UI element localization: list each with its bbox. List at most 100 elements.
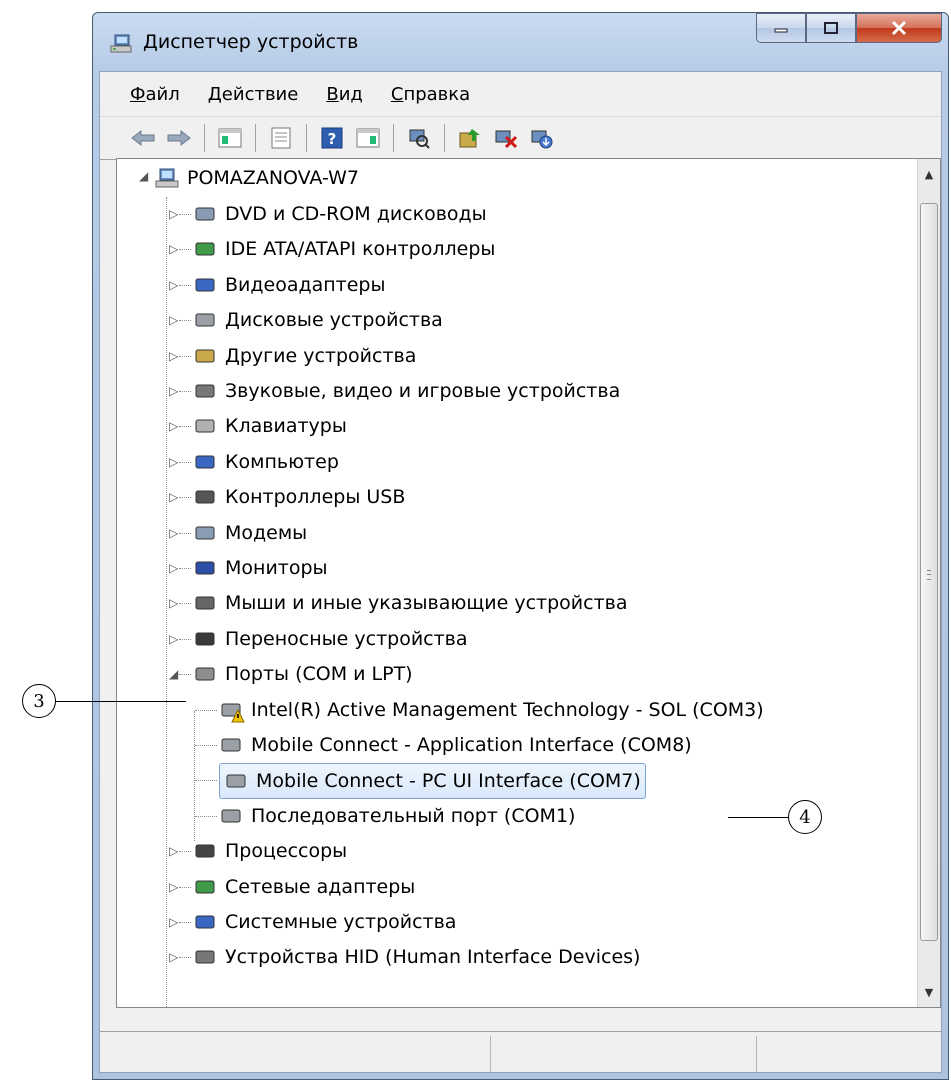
- tree-connector: [195, 780, 217, 782]
- tree-root-label: POMAZANOVA-W7: [187, 167, 359, 189]
- tree-category[interactable]: Мониторы: [193, 551, 328, 585]
- modem-icon: [195, 526, 215, 540]
- tree-category[interactable]: Порты (COM и LPT): [193, 657, 413, 691]
- expand-arrow[interactable]: ▷: [169, 632, 178, 646]
- tree-item-label: Видеоадаптеры: [225, 273, 386, 296]
- menu-file[interactable]: Файл: [100, 84, 194, 105]
- tree-item-label: Последовательный порт (COM1): [251, 804, 576, 827]
- hid-icon: [195, 950, 215, 964]
- tree-category[interactable]: Дисковые устройства: [193, 303, 443, 337]
- display-adapter-icon: [195, 278, 215, 292]
- tree-port-item[interactable]: Intel(R) Active Management Technology - …: [219, 693, 764, 727]
- portable-device-icon: [195, 632, 215, 646]
- tree-category[interactable]: Переносные устройства: [193, 622, 468, 656]
- properties-button[interactable]: [266, 123, 296, 153]
- expand-arrow[interactable]: ▷: [169, 419, 178, 433]
- scroll-grip: [927, 570, 931, 580]
- action-pane-button[interactable]: [353, 123, 383, 153]
- tree-category[interactable]: Видеоадаптеры: [193, 268, 386, 302]
- collapse-arrow-root[interactable]: ◢: [139, 169, 148, 183]
- tree-item-label: Мониторы: [225, 557, 328, 579]
- tree-port-item[interactable]: Mobile Connect - PC UI Interface (COM7): [219, 763, 646, 800]
- tree-connector: [179, 249, 191, 251]
- disable-button[interactable]: [527, 123, 557, 153]
- help-button[interactable]: ?: [317, 123, 347, 153]
- expand-arrow[interactable]: ▷: [169, 349, 178, 363]
- expand-arrow[interactable]: ▷: [169, 242, 178, 256]
- expand-arrow[interactable]: ▷: [169, 596, 178, 610]
- close-button[interactable]: [856, 13, 942, 43]
- tree-connector: [179, 426, 191, 428]
- toolbar-separator: [444, 124, 445, 152]
- show-hide-console-tree-icon: [218, 128, 242, 148]
- expand-arrow[interactable]: ▷: [169, 950, 178, 964]
- menu-help[interactable]: Справка: [377, 84, 484, 105]
- tree-connector: [179, 532, 191, 534]
- tree-item-label: DVD и CD-ROM дисководы: [225, 203, 487, 225]
- scroll-up-arrow[interactable]: ▲: [918, 163, 940, 185]
- console-tree-button[interactable]: [215, 123, 245, 153]
- toolbar-separator: [393, 124, 394, 152]
- tree-category[interactable]: Звуковые, видео и игровые устройства: [193, 374, 620, 408]
- expand-arrow[interactable]: ▷: [169, 844, 178, 858]
- minimize-button[interactable]: [756, 13, 806, 43]
- back-button[interactable]: [128, 123, 158, 153]
- callout-3: 3: [22, 684, 56, 718]
- tree-category[interactable]: Модемы: [193, 516, 307, 550]
- properties-icon: [271, 127, 291, 149]
- scroll-thumb[interactable]: [920, 203, 938, 941]
- tree-item-label: Другие устройства: [225, 344, 417, 367]
- ide-controller-icon: [195, 242, 215, 256]
- expand-arrow[interactable]: ▷: [169, 278, 178, 292]
- tree-port-item[interactable]: Последовательный порт (COM1): [219, 799, 575, 833]
- tree-category[interactable]: Процессоры: [193, 834, 347, 868]
- tree-category[interactable]: Мыши и иные указывающие устройства: [193, 586, 627, 620]
- expand-arrow[interactable]: ▷: [169, 561, 178, 575]
- toolbar-separator: [255, 124, 256, 152]
- maximize-button[interactable]: [806, 13, 856, 43]
- tree-category[interactable]: Устройства HID (Human Interface Devices): [193, 940, 640, 974]
- expand-arrow[interactable]: ▷: [169, 880, 178, 894]
- tree-connector: [166, 197, 167, 1007]
- scan-hardware-button[interactable]: [404, 123, 434, 153]
- menu-action[interactable]: Действие: [194, 84, 313, 105]
- expand-arrow[interactable]: ▷: [169, 313, 178, 327]
- uninstall-button[interactable]: [491, 123, 521, 153]
- forward-button[interactable]: [164, 123, 194, 153]
- tree-category[interactable]: Компьютер: [193, 445, 339, 479]
- tree-connector: [179, 568, 191, 569]
- expand-arrow[interactable]: ▷: [169, 455, 178, 469]
- tree-port-item[interactable]: Mobile Connect - Application Interface (…: [219, 728, 692, 762]
- svg-text:?: ?: [328, 130, 337, 148]
- tree-item-label: Сетевые адаптеры: [225, 875, 416, 898]
- tree-category[interactable]: IDE ATA/ATAPI контроллеры: [193, 232, 495, 266]
- tree-connector: [179, 922, 191, 923]
- tree-category[interactable]: Другие устройства: [193, 339, 416, 373]
- tree-connector: [179, 851, 191, 853]
- menu-view[interactable]: Вид: [312, 84, 377, 105]
- update-driver-button[interactable]: [455, 123, 485, 153]
- tree-category[interactable]: DVD и CD-ROM дисководы: [193, 197, 487, 231]
- expand-arrow[interactable]: ▷: [169, 207, 178, 221]
- tree-connector: [195, 815, 217, 817]
- tree-category[interactable]: Сетевые адаптеры: [193, 870, 415, 904]
- device-tree[interactable]: ◢ POMAZANOVA-W7 ▷ DVD и CD-ROM дисководы ▷…: [116, 158, 941, 1008]
- callout-4-line: [728, 817, 788, 818]
- uninstall-icon: [495, 130, 518, 149]
- scroll-down-arrow[interactable]: ▼: [918, 981, 940, 1003]
- collapse-arrow[interactable]: ◢: [169, 667, 178, 681]
- tree-category[interactable]: Клавиатуры: [193, 409, 347, 443]
- title-bar[interactable]: Диспетчер устройств: [93, 13, 948, 71]
- tree-item-label: Контроллеры USB: [225, 486, 406, 509]
- expand-arrow[interactable]: ▷: [169, 490, 178, 504]
- tree-category[interactable]: Системные устройства: [193, 905, 456, 939]
- tree-category[interactable]: Контроллеры USB: [193, 480, 405, 514]
- network-adapter-icon: [195, 880, 215, 894]
- expand-arrow[interactable]: ▷: [169, 526, 178, 540]
- expand-arrow[interactable]: ▷: [169, 915, 178, 929]
- window-title: Диспетчер устройств: [143, 31, 359, 53]
- expand-arrow[interactable]: ▷: [169, 384, 178, 398]
- toolbar-separator: [204, 124, 205, 152]
- tree-root[interactable]: POMAZANOVA-W7: [155, 161, 359, 195]
- vertical-scrollbar[interactable]: ▲ ▼: [917, 159, 940, 1007]
